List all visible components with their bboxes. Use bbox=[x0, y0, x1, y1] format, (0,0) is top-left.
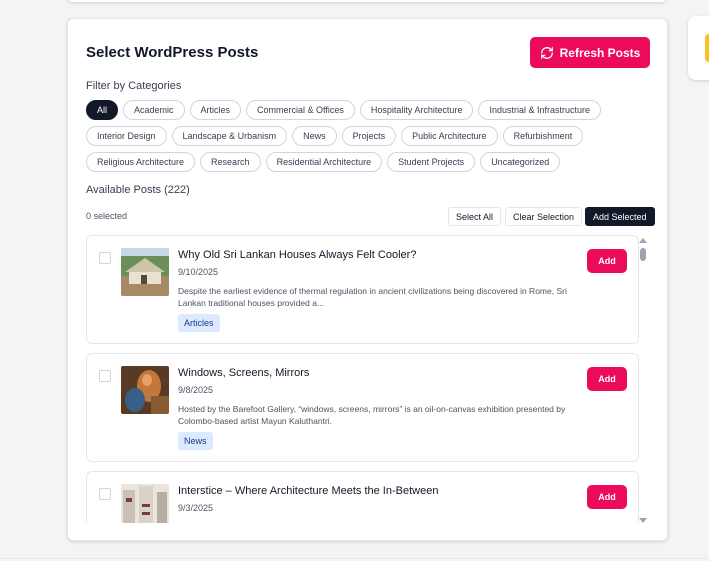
category-chip[interactable]: Projects bbox=[341, 126, 397, 146]
post-category-tag: Articles bbox=[178, 314, 220, 332]
posts-list[interactable]: Why Old Sri Lankan Houses Always Felt Co… bbox=[86, 235, 651, 523]
category-chip[interactable]: Student Projects bbox=[387, 152, 476, 172]
post-thumbnail bbox=[121, 484, 169, 523]
category-chip[interactable]: Religious Architecture bbox=[86, 152, 196, 172]
category-chip[interactable]: Industrial & Infrastructure bbox=[478, 100, 601, 120]
post-checkbox[interactable] bbox=[99, 252, 111, 264]
scroll-up-arrow-icon[interactable] bbox=[639, 238, 647, 243]
select-all-button[interactable]: Select All bbox=[448, 207, 502, 226]
refresh-label: Refresh Posts bbox=[559, 45, 641, 60]
category-chip[interactable]: Uncategorized bbox=[480, 152, 561, 172]
divider bbox=[0, 558, 709, 559]
category-filter: All Academic Articles Commercial & Offices H… bbox=[86, 100, 656, 172]
clear-selection-button[interactable]: Clear Selection bbox=[505, 207, 583, 226]
filter-label: Filter by Categories bbox=[86, 80, 182, 92]
posts-scrollbar[interactable] bbox=[638, 238, 648, 523]
post-thumbnail bbox=[121, 248, 169, 296]
post-title: Interstice – Where Architecture Meets th… bbox=[178, 485, 439, 497]
post-date: 9/3/2025 bbox=[178, 503, 214, 513]
side-card-accent bbox=[705, 34, 709, 62]
scroll-down-arrow-icon[interactable] bbox=[639, 518, 647, 523]
category-chip[interactable]: Residential Architecture bbox=[265, 152, 383, 172]
category-chip[interactable]: Interior Design bbox=[86, 126, 167, 146]
category-chip[interactable]: Public Architecture bbox=[401, 126, 498, 146]
selected-count: 0 selected bbox=[86, 211, 128, 221]
post-item: Windows, Screens, Mirrors 9/8/2025 Hoste… bbox=[86, 353, 639, 462]
post-title: Why Old Sri Lankan Houses Always Felt Co… bbox=[178, 249, 417, 261]
category-chip[interactable]: Articles bbox=[189, 100, 242, 120]
select-posts-panel: Select WordPress Posts Refresh Posts Fil… bbox=[67, 18, 668, 541]
post-excerpt: Hosted by the Barefoot Gallery, “windows… bbox=[178, 404, 566, 426]
side-card bbox=[688, 16, 709, 80]
category-chip[interactable]: Commercial & Offices bbox=[246, 100, 355, 120]
category-chip[interactable]: Academic bbox=[123, 100, 185, 120]
refresh-icon bbox=[540, 46, 553, 59]
post-checkbox[interactable] bbox=[99, 370, 111, 382]
add-selected-button[interactable]: Add Selected bbox=[585, 207, 655, 226]
post-item: Why Old Sri Lankan Houses Always Felt Co… bbox=[86, 235, 639, 344]
post-checkbox[interactable] bbox=[99, 488, 111, 500]
post-thumbnail bbox=[121, 366, 169, 414]
post-date: 9/8/2025 bbox=[178, 385, 214, 395]
category-chip[interactable]: All bbox=[86, 100, 119, 120]
scroll-thumb[interactable] bbox=[640, 248, 646, 261]
post-title: Windows, Screens, Mirrors bbox=[178, 367, 310, 379]
post-excerpt: Despite the earliest evidence of thermal… bbox=[178, 286, 567, 308]
add-post-button[interactable]: Add bbox=[587, 367, 627, 391]
category-chip[interactable]: Refurbishment bbox=[502, 126, 584, 146]
category-chip[interactable]: Landscape & Urbanism bbox=[171, 126, 288, 146]
previous-card-edge bbox=[67, 0, 667, 2]
refresh-posts-button[interactable]: Refresh Posts bbox=[530, 37, 650, 68]
add-post-button[interactable]: Add bbox=[587, 485, 627, 509]
post-item: Interstice – Where Architecture Meets th… bbox=[86, 471, 639, 523]
post-category-tag: News bbox=[178, 432, 213, 450]
panel-title: Select WordPress Posts bbox=[86, 44, 259, 61]
add-post-button[interactable]: Add bbox=[587, 249, 627, 273]
category-chip[interactable]: News bbox=[292, 126, 337, 146]
category-chip[interactable]: Hospitality Architecture bbox=[359, 100, 474, 120]
category-chip[interactable]: Research bbox=[200, 152, 261, 172]
available-posts-label: Available Posts (222) bbox=[86, 184, 190, 196]
post-date: 9/10/2025 bbox=[178, 267, 219, 277]
